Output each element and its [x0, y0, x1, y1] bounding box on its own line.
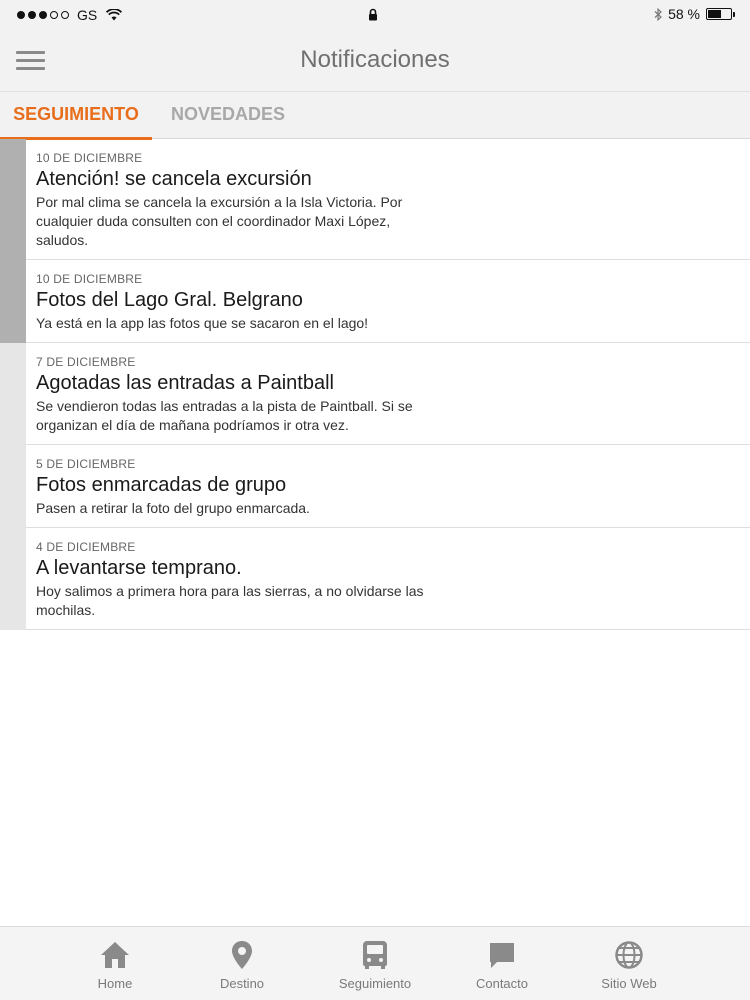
read-indicator	[0, 528, 26, 630]
battery-area: 58 %	[654, 6, 735, 22]
chat-icon	[490, 943, 514, 968]
nav-seguimiento-label: Seguimiento	[338, 976, 412, 991]
bluetooth-icon	[654, 7, 662, 21]
notification-date: 4 DE DICIEMBRE	[36, 540, 136, 554]
location-pin-icon	[232, 941, 252, 969]
read-indicator	[0, 343, 26, 445]
notification-date: 10 DE DICIEMBRE	[36, 272, 143, 286]
lock-icon	[368, 8, 378, 24]
notification-date: 10 DE DICIEMBRE	[36, 151, 143, 165]
unread-indicator	[0, 260, 26, 343]
page-title: Notificaciones	[300, 46, 450, 73]
notification-item[interactable]: 10 DE DICIEMBRE Atención! se cancela exc…	[0, 139, 750, 260]
tab-seguimiento[interactable]: SEGUIMIENTO	[0, 92, 152, 140]
notification-title: Atención! se cancela excursión	[36, 168, 312, 190]
nav-home[interactable]: Home	[50, 927, 180, 1000]
home-icon	[101, 942, 129, 968]
signal-dot-icon	[28, 11, 36, 19]
notification-item[interactable]: 7 DE DICIEMBRE Agotadas las entradas a P…	[0, 343, 750, 445]
tab-bar: SEGUIMIENTO NOVEDADES	[0, 92, 750, 140]
notification-item[interactable]: 4 DE DICIEMBRE A levantarse temprano. Ho…	[0, 528, 750, 630]
notification-body: Por mal clima se cancela la excursión a …	[36, 194, 403, 248]
signal-dot-icon	[39, 11, 47, 19]
notification-title: Agotadas las entradas a Paintball	[36, 372, 334, 394]
notification-list: 10 DE DICIEMBRE Atención! se cancela exc…	[0, 139, 750, 630]
tab-novedades[interactable]: NOVEDADES	[152, 92, 304, 139]
nav-destino-label: Destino	[219, 976, 265, 991]
globe-icon	[615, 941, 643, 969]
signal-area: GS	[17, 7, 123, 23]
nav-sitio-web[interactable]: Sitio Web	[564, 927, 694, 1000]
notification-body: Pasen a retirar la foto del grupo enmarc…	[36, 500, 310, 516]
battery-percent: 58 %	[668, 6, 700, 22]
signal-dot-icon	[17, 11, 25, 19]
notification-title: Fotos enmarcadas de grupo	[36, 474, 287, 496]
bottom-nav: Home Destino Seguimiento Contacto Sitio …	[0, 926, 750, 1000]
wifi-icon	[106, 9, 123, 21]
nav-contacto-label: Contacto	[475, 976, 529, 991]
notification-date: 5 DE DICIEMBRE	[36, 457, 136, 471]
notification-body: Ya está en la app las fotos que se sacar…	[36, 315, 369, 331]
nav-destino[interactable]: Destino	[177, 927, 307, 1000]
nav-home-label: Home	[97, 976, 133, 991]
status-bar: GS 58 %	[0, 0, 750, 30]
nav-contacto[interactable]: Contacto	[437, 927, 567, 1000]
signal-dot-empty-icon	[61, 11, 69, 19]
bus-icon	[363, 941, 387, 969]
carrier-name: GS	[77, 7, 98, 23]
notification-body: Hoy salimos a primera hora para las sier…	[36, 583, 424, 618]
notification-body: Se vendieron todas las entradas a la pis…	[36, 398, 413, 433]
battery-fill	[708, 10, 721, 18]
nav-seguimiento[interactable]: Seguimiento	[310, 927, 440, 1000]
battery-icon	[706, 8, 735, 20]
notification-title: A levantarse temprano.	[36, 557, 242, 579]
notification-date: 7 DE DICIEMBRE	[36, 355, 136, 369]
nav-sitio-web-label: Sitio Web	[601, 976, 657, 991]
app-header: Notificaciones	[0, 30, 750, 92]
notification-item[interactable]: 10 DE DICIEMBRE Fotos del Lago Gral. Bel…	[0, 260, 750, 343]
notification-item[interactable]: 5 DE DICIEMBRE Fotos enmarcadas de grupo…	[0, 445, 750, 528]
notification-title: Fotos del Lago Gral. Belgrano	[36, 289, 303, 311]
unread-indicator	[0, 139, 26, 260]
signal-dot-empty-icon	[50, 11, 58, 19]
read-indicator	[0, 445, 26, 528]
